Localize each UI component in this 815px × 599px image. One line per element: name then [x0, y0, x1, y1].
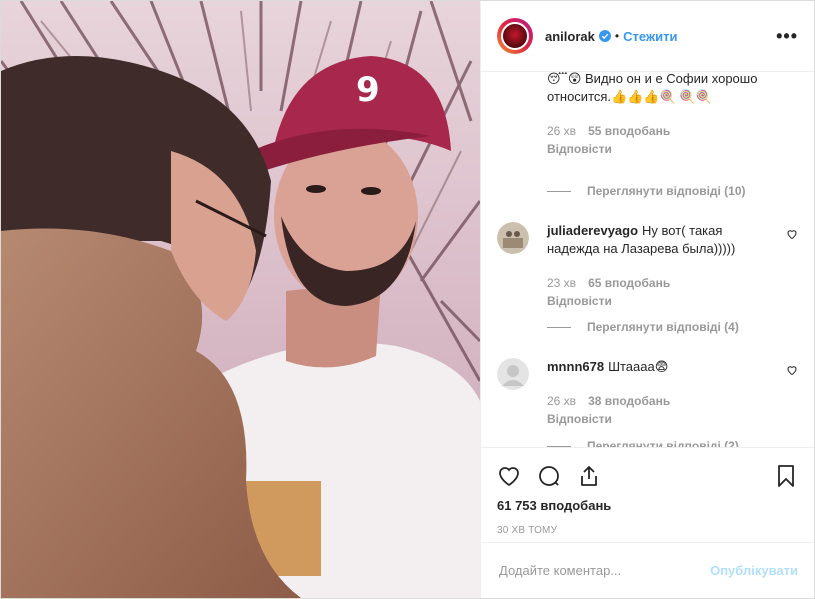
publish-button[interactable]: Опублікувати	[710, 563, 798, 578]
comment-0: 😴😲 Видно он и е Софии хорошо относится.👍…	[547, 72, 798, 158]
view-replies-label: Переглянути відповіді (10)	[587, 184, 746, 198]
username-link[interactable]: anilorak	[545, 29, 595, 44]
comment-body: mnnn678 Штаааа😨 26 хв 38 вподобань Відпов…	[547, 358, 798, 428]
bookmark-icon[interactable]	[774, 464, 798, 488]
separator-dot: •	[614, 29, 620, 43]
comment-author[interactable]: juliaderevyago	[547, 223, 638, 238]
comment-text: Штаааа😨	[608, 359, 669, 374]
comment-1: juliaderevyago Ну вот( такая надежда на Л…	[497, 222, 798, 310]
comment-likes[interactable]: 55 вподобань	[588, 122, 670, 140]
view-replies-button[interactable]: Переглянути відповіді (2)	[547, 439, 739, 448]
avatar[interactable]	[497, 222, 529, 254]
comment-body: juliaderevyago Ну вот( такая надежда на Л…	[547, 222, 798, 310]
comment-meta: 26 хв 55 вподобань	[547, 122, 798, 140]
post-sidebar: anilorak • Стежити ••• 😴😲 Видно он и е С…	[481, 1, 814, 598]
post-timestamp[interactable]: 30 хв тому	[481, 525, 814, 536]
share-icon[interactable]	[577, 464, 601, 488]
svg-text:9: 9	[356, 70, 380, 110]
add-comment-bar: Опублікувати	[481, 542, 814, 598]
replies-divider	[547, 190, 571, 192]
view-replies-button[interactable]: Переглянути відповіді (10)	[547, 184, 746, 198]
comment-input[interactable]	[497, 562, 711, 579]
replies-divider	[547, 326, 571, 328]
replies-divider	[547, 445, 571, 447]
view-replies-label: Переглянути відповіді (4)	[587, 320, 739, 334]
comment-likes[interactable]: 65 вподобань	[588, 274, 670, 292]
comment-meta: 23 хв 65 вподобань	[547, 274, 770, 292]
avatar[interactable]	[497, 358, 529, 390]
comment-like-heart-icon[interactable]	[786, 364, 798, 376]
reply-button[interactable]: Відповісти	[547, 140, 798, 158]
comment-text: 😴😲 Видно он и е Софии хорошо относится.👍…	[547, 72, 758, 104]
reply-button[interactable]: Відповісти	[547, 410, 770, 428]
avatar	[501, 22, 529, 50]
post-header: anilorak • Стежити •••	[481, 1, 814, 72]
view-replies-label: Переглянути відповіді (2)	[587, 439, 739, 448]
follow-button[interactable]: Стежити	[623, 29, 677, 44]
heart-icon[interactable]	[497, 464, 521, 488]
couple-selfie-image: 9	[1, 1, 480, 598]
comment-like-heart-icon[interactable]	[786, 228, 798, 240]
comment-author[interactable]: mnnn678	[547, 359, 604, 374]
reply-button[interactable]: Відповісти	[547, 292, 770, 310]
comment-bubble-icon[interactable]	[537, 464, 561, 488]
likes-count[interactable]: 61 753 вподобань	[481, 498, 814, 513]
view-replies-button[interactable]: Переглянути відповіді (4)	[547, 320, 739, 334]
post-actions-bar	[481, 456, 814, 496]
comment-time[interactable]: 23 хв	[547, 274, 576, 292]
comment-time[interactable]: 26 хв	[547, 122, 576, 140]
comment-likes[interactable]: 38 вподобань	[588, 392, 670, 410]
comment-2: mnnn678 Штаааа😨 26 хв 38 вподобань Відпов…	[497, 358, 798, 428]
instagram-post: 9 anilorak • Стежити ••• 😴😲 Видно он и е…	[0, 0, 815, 599]
verified-badge-icon	[598, 30, 611, 42]
user-avatar-story-ring[interactable]	[497, 18, 533, 54]
comment-meta: 26 хв 38 вподобань	[547, 392, 770, 410]
comments-list[interactable]: 😴😲 Видно он и е Софии хорошо относится.👍…	[481, 72, 814, 448]
comment-time[interactable]: 26 хв	[547, 392, 576, 410]
more-options-button[interactable]: •••	[776, 26, 798, 47]
post-photo[interactable]: 9	[1, 1, 481, 598]
